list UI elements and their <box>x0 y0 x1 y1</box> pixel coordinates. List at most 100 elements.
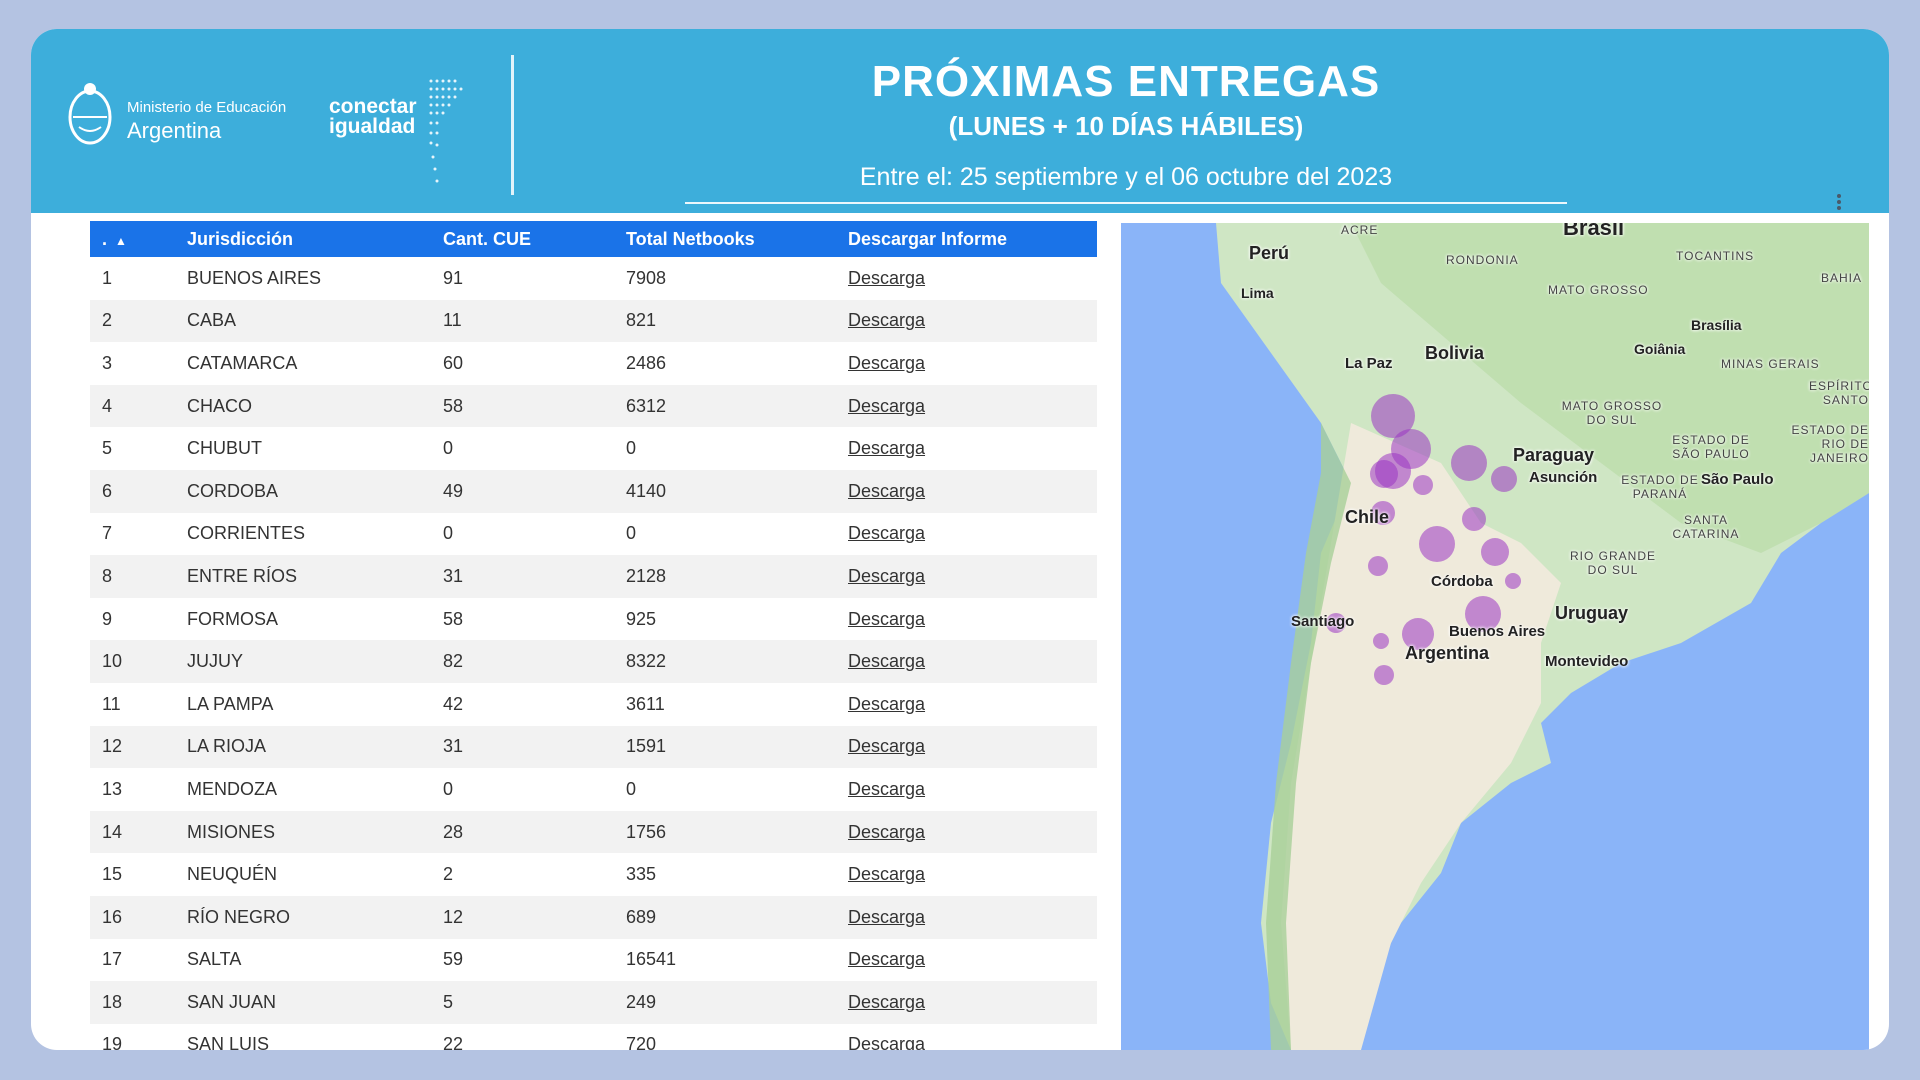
map-label-acre: ACRE <box>1341 223 1379 237</box>
download-link[interactable]: Descarga <box>848 694 925 714</box>
delivery-bubble[interactable] <box>1413 475 1433 495</box>
row-jurisdiccion: CATAMARCA <box>187 352 298 373</box>
delivery-bubble[interactable] <box>1419 526 1455 562</box>
delivery-bubble[interactable] <box>1491 466 1517 492</box>
row-index: 16 <box>102 906 123 927</box>
row-jurisdiccion: CORRIENTES <box>187 523 306 544</box>
page-subtitle: (LUNES + 10 DÍAS HÁBILES) <box>948 111 1304 141</box>
row-jurisdiccion: MISIONES <box>187 821 276 842</box>
row-total-netbooks: 925 <box>626 608 657 629</box>
ministry-logo-text: Ministerio de Educación Argentina <box>127 99 286 144</box>
table-row: 13 MENDOZA 0 0 Descarga <box>90 768 1097 811</box>
map-label-la-paz: La Paz <box>1345 355 1393 372</box>
date-underline <box>685 202 1567 204</box>
download-link[interactable]: Descarga <box>848 907 925 927</box>
col-header-total-netbooks[interactable]: Total Netbooks <box>626 221 848 257</box>
download-link[interactable]: Descarga <box>848 396 925 416</box>
table-row: 10 JUJUY 82 8322 Descarga <box>90 640 1097 683</box>
download-link[interactable]: Descarga <box>848 353 925 373</box>
row-jurisdiccion: CABA <box>187 310 237 331</box>
table-row: 16 RÍO NEGRO 12 689 Descarga <box>90 895 1097 939</box>
delivery-bubble[interactable] <box>1481 538 1509 566</box>
delivery-bubble[interactable] <box>1373 633 1389 649</box>
download-link[interactable]: Descarga <box>848 949 925 969</box>
row-index: 10 <box>102 651 123 672</box>
delivery-bubble[interactable] <box>1374 665 1394 685</box>
row-total-netbooks: 6312 <box>626 395 667 416</box>
map-label-espirito-santo: ESPÍRITO SANTO <box>1809 379 1869 407</box>
row-download-cell: Descarga <box>848 427 1097 470</box>
row-cant-cue: 82 <box>443 651 464 672</box>
row-cant-cue: 58 <box>443 395 464 416</box>
col-header-index[interactable]: . ▲ <box>90 221 187 257</box>
delivery-bubble[interactable] <box>1368 556 1388 576</box>
table-row: 5 CHUBUT 0 0 Descarga <box>90 427 1097 470</box>
download-link[interactable]: Descarga <box>848 1034 925 1050</box>
row-total-netbooks: 2486 <box>626 352 667 373</box>
table-row: 9 FORMOSA 58 925 Descarga <box>90 597 1097 641</box>
download-link[interactable]: Descarga <box>848 566 925 586</box>
row-jurisdiccion: RÍO NEGRO <box>187 906 291 927</box>
download-link[interactable]: Descarga <box>848 864 925 884</box>
row-cant-cue: 0 <box>443 778 454 799</box>
row-index: 12 <box>102 736 123 757</box>
col-header-jurisdiccion[interactable]: Jurisdicción <box>187 221 443 257</box>
download-link[interactable]: Descarga <box>848 736 925 756</box>
row-total-netbooks: 335 <box>626 864 657 885</box>
row-jurisdiccion: LA PAMPA <box>187 693 274 714</box>
row-index: 3 <box>102 352 113 373</box>
download-link[interactable]: Descarga <box>848 609 925 629</box>
row-jurisdiccion: BUENOS AIRES <box>187 267 322 288</box>
row-index: 14 <box>102 821 123 842</box>
row-jurisdiccion: LA RIOJA <box>187 736 267 757</box>
row-total-netbooks: 8322 <box>626 651 667 672</box>
map-label-brasil: Brasil <box>1563 223 1625 240</box>
delivery-bubble[interactable] <box>1370 460 1398 488</box>
row-index: 8 <box>102 565 113 586</box>
row-cant-cue: 91 <box>443 267 464 288</box>
delivery-bubble[interactable] <box>1505 573 1521 589</box>
delivery-bubble[interactable] <box>1462 507 1486 531</box>
row-index: 18 <box>102 991 123 1012</box>
map-label-mato-grosso: MATO GROSSO <box>1548 283 1649 297</box>
row-cant-cue: 22 <box>443 1034 464 1050</box>
row-cant-cue: 28 <box>443 821 464 842</box>
row-jurisdiccion: MENDOZA <box>187 778 277 799</box>
download-link[interactable]: Descarga <box>848 481 925 501</box>
download-link[interactable]: Descarga <box>848 651 925 671</box>
download-link[interactable]: Descarga <box>848 822 925 842</box>
map-label-brasilia: Brasília <box>1691 317 1742 333</box>
row-download-cell: Descarga <box>848 811 1097 854</box>
download-link[interactable]: Descarga <box>848 268 925 288</box>
download-link[interactable]: Descarga <box>848 310 925 330</box>
row-cant-cue: 2 <box>443 864 454 885</box>
deliveries-table: . ▲ Jurisdicción Cant. CUE Total Netbooks… <box>90 221 1097 1050</box>
sort-ascending-icon[interactable]: ▲ <box>115 234 127 248</box>
row-cant-cue: 12 <box>443 906 464 927</box>
header-divider <box>511 55 514 195</box>
delivery-bubble[interactable] <box>1451 445 1487 481</box>
row-total-netbooks: 720 <box>626 1034 657 1050</box>
col-header-cant-cue[interactable]: Cant. CUE <box>443 221 626 257</box>
download-link[interactable]: Descarga <box>848 779 925 799</box>
table-row: 17 SALTA 59 16541 Descarga <box>90 938 1097 982</box>
map-label-uruguay: Uruguay <box>1555 603 1629 623</box>
row-jurisdiccion: SALTA <box>187 949 242 970</box>
deliveries-map[interactable]: Perú Lima ACRE RONDONIA Brasil TOCANTINS… <box>1121 223 1869 1050</box>
download-link[interactable]: Descarga <box>848 523 925 543</box>
more-options-icon[interactable] <box>1835 193 1843 213</box>
row-download-cell: Descarga <box>848 300 1097 343</box>
download-link[interactable]: Descarga <box>848 438 925 458</box>
deliveries-table-container: . ▲ Jurisdicción Cant. CUE Total Netbooks… <box>90 221 1097 1050</box>
row-index: 5 <box>102 438 113 459</box>
row-download-cell: Descarga <box>848 939 1097 982</box>
table-row: 4 CHACO 58 6312 Descarga <box>90 384 1097 428</box>
col-header-descargar[interactable]: Descargar Informe <box>848 221 1097 257</box>
ministry-country: Argentina <box>127 118 222 143</box>
row-jurisdiccion: CHACO <box>187 395 253 416</box>
conectar-igualdad-logo: conectar igualdad <box>329 96 417 137</box>
row-jurisdiccion: NEUQUÉN <box>187 864 278 885</box>
table-header-row: . ▲ Jurisdicción Cant. CUE Total Netbooks… <box>90 221 1097 257</box>
row-download-cell: Descarga <box>848 896 1097 939</box>
download-link[interactable]: Descarga <box>848 992 925 1012</box>
